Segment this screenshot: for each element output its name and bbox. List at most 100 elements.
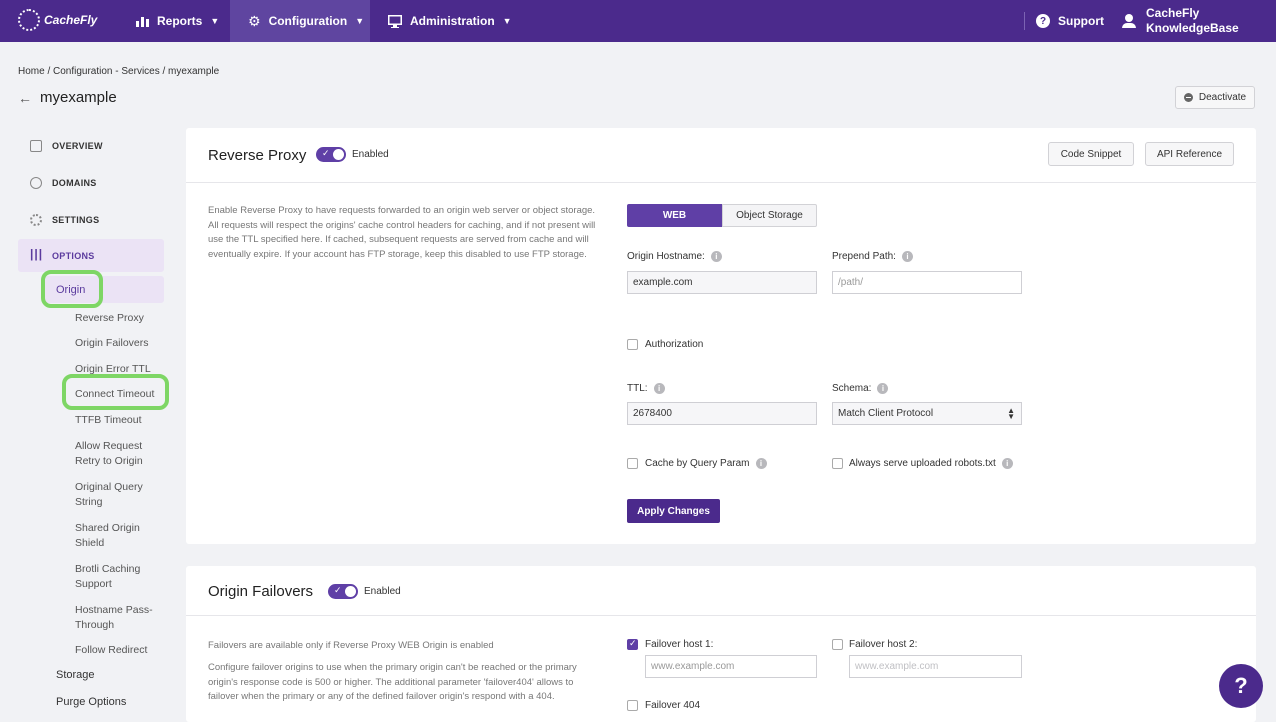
prepend-path-input[interactable]: /path/ bbox=[832, 271, 1022, 294]
failover-404-checkbox[interactable] bbox=[627, 700, 638, 711]
ttl-label: TTL: i bbox=[627, 383, 665, 394]
support-link[interactable]: ? Support bbox=[1036, 0, 1104, 42]
sidebar-sub-original-query-string[interactable]: Original Query String bbox=[75, 480, 165, 510]
sidebar-sub-brotli-caching[interactable]: Brotli Caching Support bbox=[75, 562, 165, 592]
help-chat-button[interactable]: ? bbox=[1219, 664, 1263, 708]
info-icon[interactable]: i bbox=[901, 251, 913, 262]
window-scroll-edge bbox=[1276, 0, 1280, 722]
sidebar-sub-shared-origin-shield[interactable]: Shared Origin Shield bbox=[75, 521, 165, 551]
info-icon[interactable]: i bbox=[877, 383, 889, 394]
user-name-line2: KnowledgeBase bbox=[1146, 21, 1239, 35]
sidebar-item-purge-options[interactable]: Purge Options bbox=[56, 696, 126, 708]
nav-divider bbox=[1024, 12, 1025, 30]
schema-label-text: Schema: bbox=[832, 383, 872, 394]
deactivate-button[interactable]: Deactivate bbox=[1175, 86, 1255, 109]
select-arrows-icon: ▲ ▼ bbox=[1007, 406, 1015, 421]
origin-hostname-input[interactable]: example.com bbox=[627, 271, 817, 294]
cache-by-query-param-label: Cache by Query Param i bbox=[645, 458, 767, 469]
sidebar-item-label: OPTIONS bbox=[52, 250, 95, 261]
user-menu[interactable]: CacheFly KnowledgeBase bbox=[1122, 6, 1239, 36]
failover-host1-checkbox[interactable] bbox=[627, 638, 638, 650]
back-arrow-icon[interactable]: ← bbox=[18, 90, 32, 106]
schema-label: Schema: i bbox=[832, 383, 889, 394]
authorization-checkbox[interactable] bbox=[627, 339, 638, 350]
cache-by-query-param-text: Cache by Query Param bbox=[645, 458, 750, 469]
chevron-down-icon: ▼ bbox=[355, 16, 365, 26]
reverse-proxy-header: Reverse Proxy ✓ Enabled Code Snippet API… bbox=[186, 128, 1256, 183]
cachefly-logo[interactable]: CacheFly bbox=[18, 9, 97, 31]
highlight-box-origin bbox=[41, 270, 103, 308]
nav-configuration-label: Configuration bbox=[268, 14, 348, 28]
sidebar-item-label: SETTINGS bbox=[52, 214, 100, 225]
sidebar-sub-allow-request-retry[interactable]: Allow Request Retry to Origin bbox=[75, 439, 165, 469]
sidebar-item-label: DOMAINS bbox=[52, 177, 97, 188]
code-snippet-button[interactable]: Code Snippet bbox=[1048, 142, 1134, 166]
origin-hostname-label-text: Origin Hostname: bbox=[627, 251, 705, 262]
sidebar-sub-follow-redirect[interactable]: Follow Redirect bbox=[75, 643, 165, 658]
support-label: Support bbox=[1058, 14, 1104, 28]
reverse-proxy-title: Reverse Proxy bbox=[208, 147, 307, 164]
sidebar-sub-hostname-pass-through[interactable]: Hostname Pass-Through bbox=[75, 603, 165, 633]
ttl-input[interactable]: 2678400 bbox=[627, 402, 817, 425]
page-title: myexample bbox=[40, 89, 117, 106]
origin-type-web-tab[interactable]: WEB bbox=[627, 204, 722, 227]
sidebar-item-overview[interactable]: OVERVIEW bbox=[18, 129, 164, 162]
chevron-down-icon: ▼ bbox=[210, 16, 220, 26]
sidebar-item-storage[interactable]: Storage bbox=[56, 669, 95, 681]
sidebar-sub-origin-failovers[interactable]: Origin Failovers bbox=[75, 336, 165, 351]
nav-configuration[interactable]: ⚙ Configuration ▼ bbox=[230, 0, 370, 42]
origin-failovers-header: Origin Failovers ✓ Enabled bbox=[186, 566, 1256, 616]
origin-failovers-toggle[interactable]: ✓ bbox=[328, 584, 358, 599]
sidebar-item-label: OVERVIEW bbox=[52, 140, 103, 151]
origin-failovers-card: Origin Failovers ✓ Enabled Failovers are… bbox=[186, 566, 1256, 722]
nav-reports[interactable]: Reports ▼ bbox=[118, 0, 237, 42]
robots-txt-label: Always serve uploaded robots.txt i bbox=[849, 458, 1013, 469]
prepend-path-label: Prepend Path: i bbox=[832, 251, 913, 262]
sliders-icon bbox=[30, 247, 43, 262]
logo-mark-icon bbox=[18, 9, 40, 31]
robots-txt-text: Always serve uploaded robots.txt bbox=[849, 458, 996, 469]
info-icon[interactable]: i bbox=[1001, 458, 1013, 469]
nav-administration[interactable]: Administration ▼ bbox=[370, 0, 530, 42]
origin-failovers-title: Origin Failovers bbox=[208, 583, 314, 600]
sidebar-item-domains[interactable]: DOMAINS bbox=[18, 166, 164, 199]
top-navbar: CacheFly Reports ▼ ⚙ Configuration ▼ Adm… bbox=[0, 0, 1280, 42]
minus-circle-icon bbox=[1183, 93, 1193, 102]
apply-changes-button[interactable]: Apply Changes bbox=[627, 499, 720, 523]
api-reference-button[interactable]: API Reference bbox=[1145, 142, 1234, 166]
gear-icon: ⚙ bbox=[248, 12, 261, 29]
schema-select-value: Match Client Protocol bbox=[838, 408, 934, 419]
failover-host2-input[interactable]: www.example.com bbox=[849, 655, 1022, 678]
failovers-availability-note: Failovers are available only if Reverse … bbox=[208, 640, 494, 651]
schema-select[interactable]: Match Client Protocol ▲ ▼ bbox=[832, 402, 1022, 425]
monitor-icon bbox=[388, 14, 402, 28]
check-icon: ✓ bbox=[334, 585, 342, 595]
info-icon[interactable]: i bbox=[755, 458, 767, 469]
failover-host1-label: Failover host 1: bbox=[645, 639, 714, 650]
reverse-proxy-card: Reverse Proxy ✓ Enabled Code Snippet API… bbox=[186, 128, 1256, 544]
user-icon bbox=[1122, 14, 1136, 28]
sidebar-item-settings[interactable]: SETTINGS bbox=[18, 203, 164, 236]
info-icon[interactable]: i bbox=[653, 383, 665, 394]
reverse-proxy-toggle[interactable]: ✓ bbox=[316, 147, 346, 162]
info-icon[interactable]: i bbox=[710, 251, 722, 262]
globe-icon bbox=[30, 176, 42, 189]
breadcrumb[interactable]: Home / Configuration - Services / myexam… bbox=[18, 66, 219, 77]
cache-by-query-param-checkbox[interactable] bbox=[627, 458, 638, 469]
failover-host2-checkbox[interactable] bbox=[832, 639, 843, 650]
grid-icon bbox=[30, 139, 42, 152]
failover-host2-label: Failover host 2: bbox=[849, 639, 918, 650]
help-circle-icon: ? bbox=[1036, 14, 1050, 28]
sidebar-item-options[interactable]: OPTIONS bbox=[18, 239, 164, 272]
authorization-label: Authorization bbox=[645, 339, 704, 350]
origin-type-object-storage-tab[interactable]: Object Storage bbox=[722, 204, 817, 227]
logo-text: CacheFly bbox=[44, 13, 98, 27]
robots-txt-checkbox[interactable] bbox=[832, 458, 843, 469]
reverse-proxy-description: Enable Reverse Proxy to have requests fo… bbox=[208, 205, 596, 260]
gear-icon bbox=[30, 213, 42, 226]
failover-host1-input[interactable]: www.example.com bbox=[645, 655, 817, 678]
sidebar-sub-reverse-proxy[interactable]: Reverse Proxy bbox=[75, 311, 165, 326]
sidebar-sub-ttfb-timeout[interactable]: TTFB Timeout bbox=[75, 413, 165, 428]
user-name-line1: CacheFly bbox=[1146, 6, 1200, 20]
reverse-proxy-enabled-label: Enabled bbox=[352, 149, 389, 160]
